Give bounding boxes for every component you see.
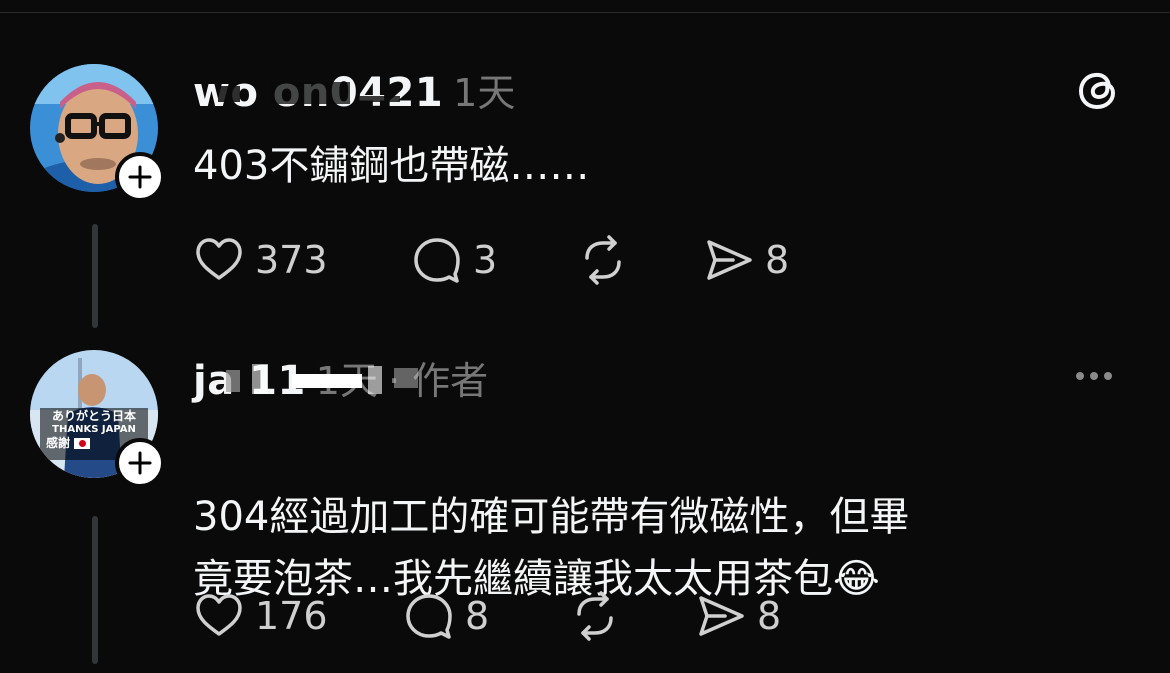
repost-button[interactable] <box>577 234 629 286</box>
more-dot <box>1090 372 1098 380</box>
follow-button[interactable] <box>115 152 165 202</box>
action-bar: 176 8 8 <box>193 590 893 642</box>
more-horizontal-icon <box>1076 372 1084 380</box>
username-redaction <box>218 82 400 104</box>
avatar-caption-line3: 感謝 <box>46 436 71 450</box>
share-count: 8 <box>757 594 782 638</box>
share-button[interactable]: 8 <box>703 234 789 286</box>
post-body: 403不鏽鋼也帶磁…… <box>193 143 590 189</box>
more-dot <box>1104 372 1112 380</box>
share-icon <box>707 240 752 280</box>
japan-flag-icon <box>74 438 91 449</box>
action-bar: 373 3 8 <box>193 234 893 286</box>
repost-icon <box>585 235 621 285</box>
username-redaction <box>226 364 418 394</box>
follow-button[interactable] <box>115 438 165 488</box>
heart-icon <box>196 594 242 636</box>
like-count: 373 <box>255 238 328 282</box>
reply-count: 8 <box>465 594 490 638</box>
repost-icon <box>577 591 613 641</box>
thread-line <box>92 516 98 664</box>
reply-count: 3 <box>473 238 498 282</box>
like-button[interactable]: 176 <box>193 590 328 642</box>
threads-logo-icon[interactable] <box>1075 66 1123 114</box>
reply-button[interactable]: 8 <box>403 590 489 642</box>
more-options-button[interactable] <box>1076 372 1112 380</box>
reply-button[interactable]: 3 <box>411 234 497 286</box>
top-divider <box>0 12 1170 13</box>
thread-line <box>92 224 98 328</box>
plus-icon <box>128 165 152 189</box>
comment-icon <box>406 594 452 639</box>
comment-icon <box>414 238 460 283</box>
share-button[interactable]: 8 <box>695 590 781 642</box>
post-body-text: 304經過加工的確可能帶有微磁性，但畢 竟要泡茶…我先繼續讓我太太用茶包 <box>193 494 910 602</box>
heart-icon <box>196 238 242 280</box>
post-body: 304經過加工的確可能帶有微磁性，但畢 竟要泡茶…我先繼續讓我太太用茶包😂 <box>193 424 909 610</box>
avatar-caption-line2: THANKS JAPAN <box>52 424 136 435</box>
like-button[interactable]: 373 <box>193 234 328 286</box>
repost-button[interactable] <box>569 590 621 642</box>
like-count: 176 <box>255 594 328 638</box>
avatar-caption-line1: ありがとう日本 <box>51 409 136 423</box>
share-count: 8 <box>765 238 790 282</box>
share-icon <box>699 596 744 636</box>
plus-icon <box>128 451 152 475</box>
